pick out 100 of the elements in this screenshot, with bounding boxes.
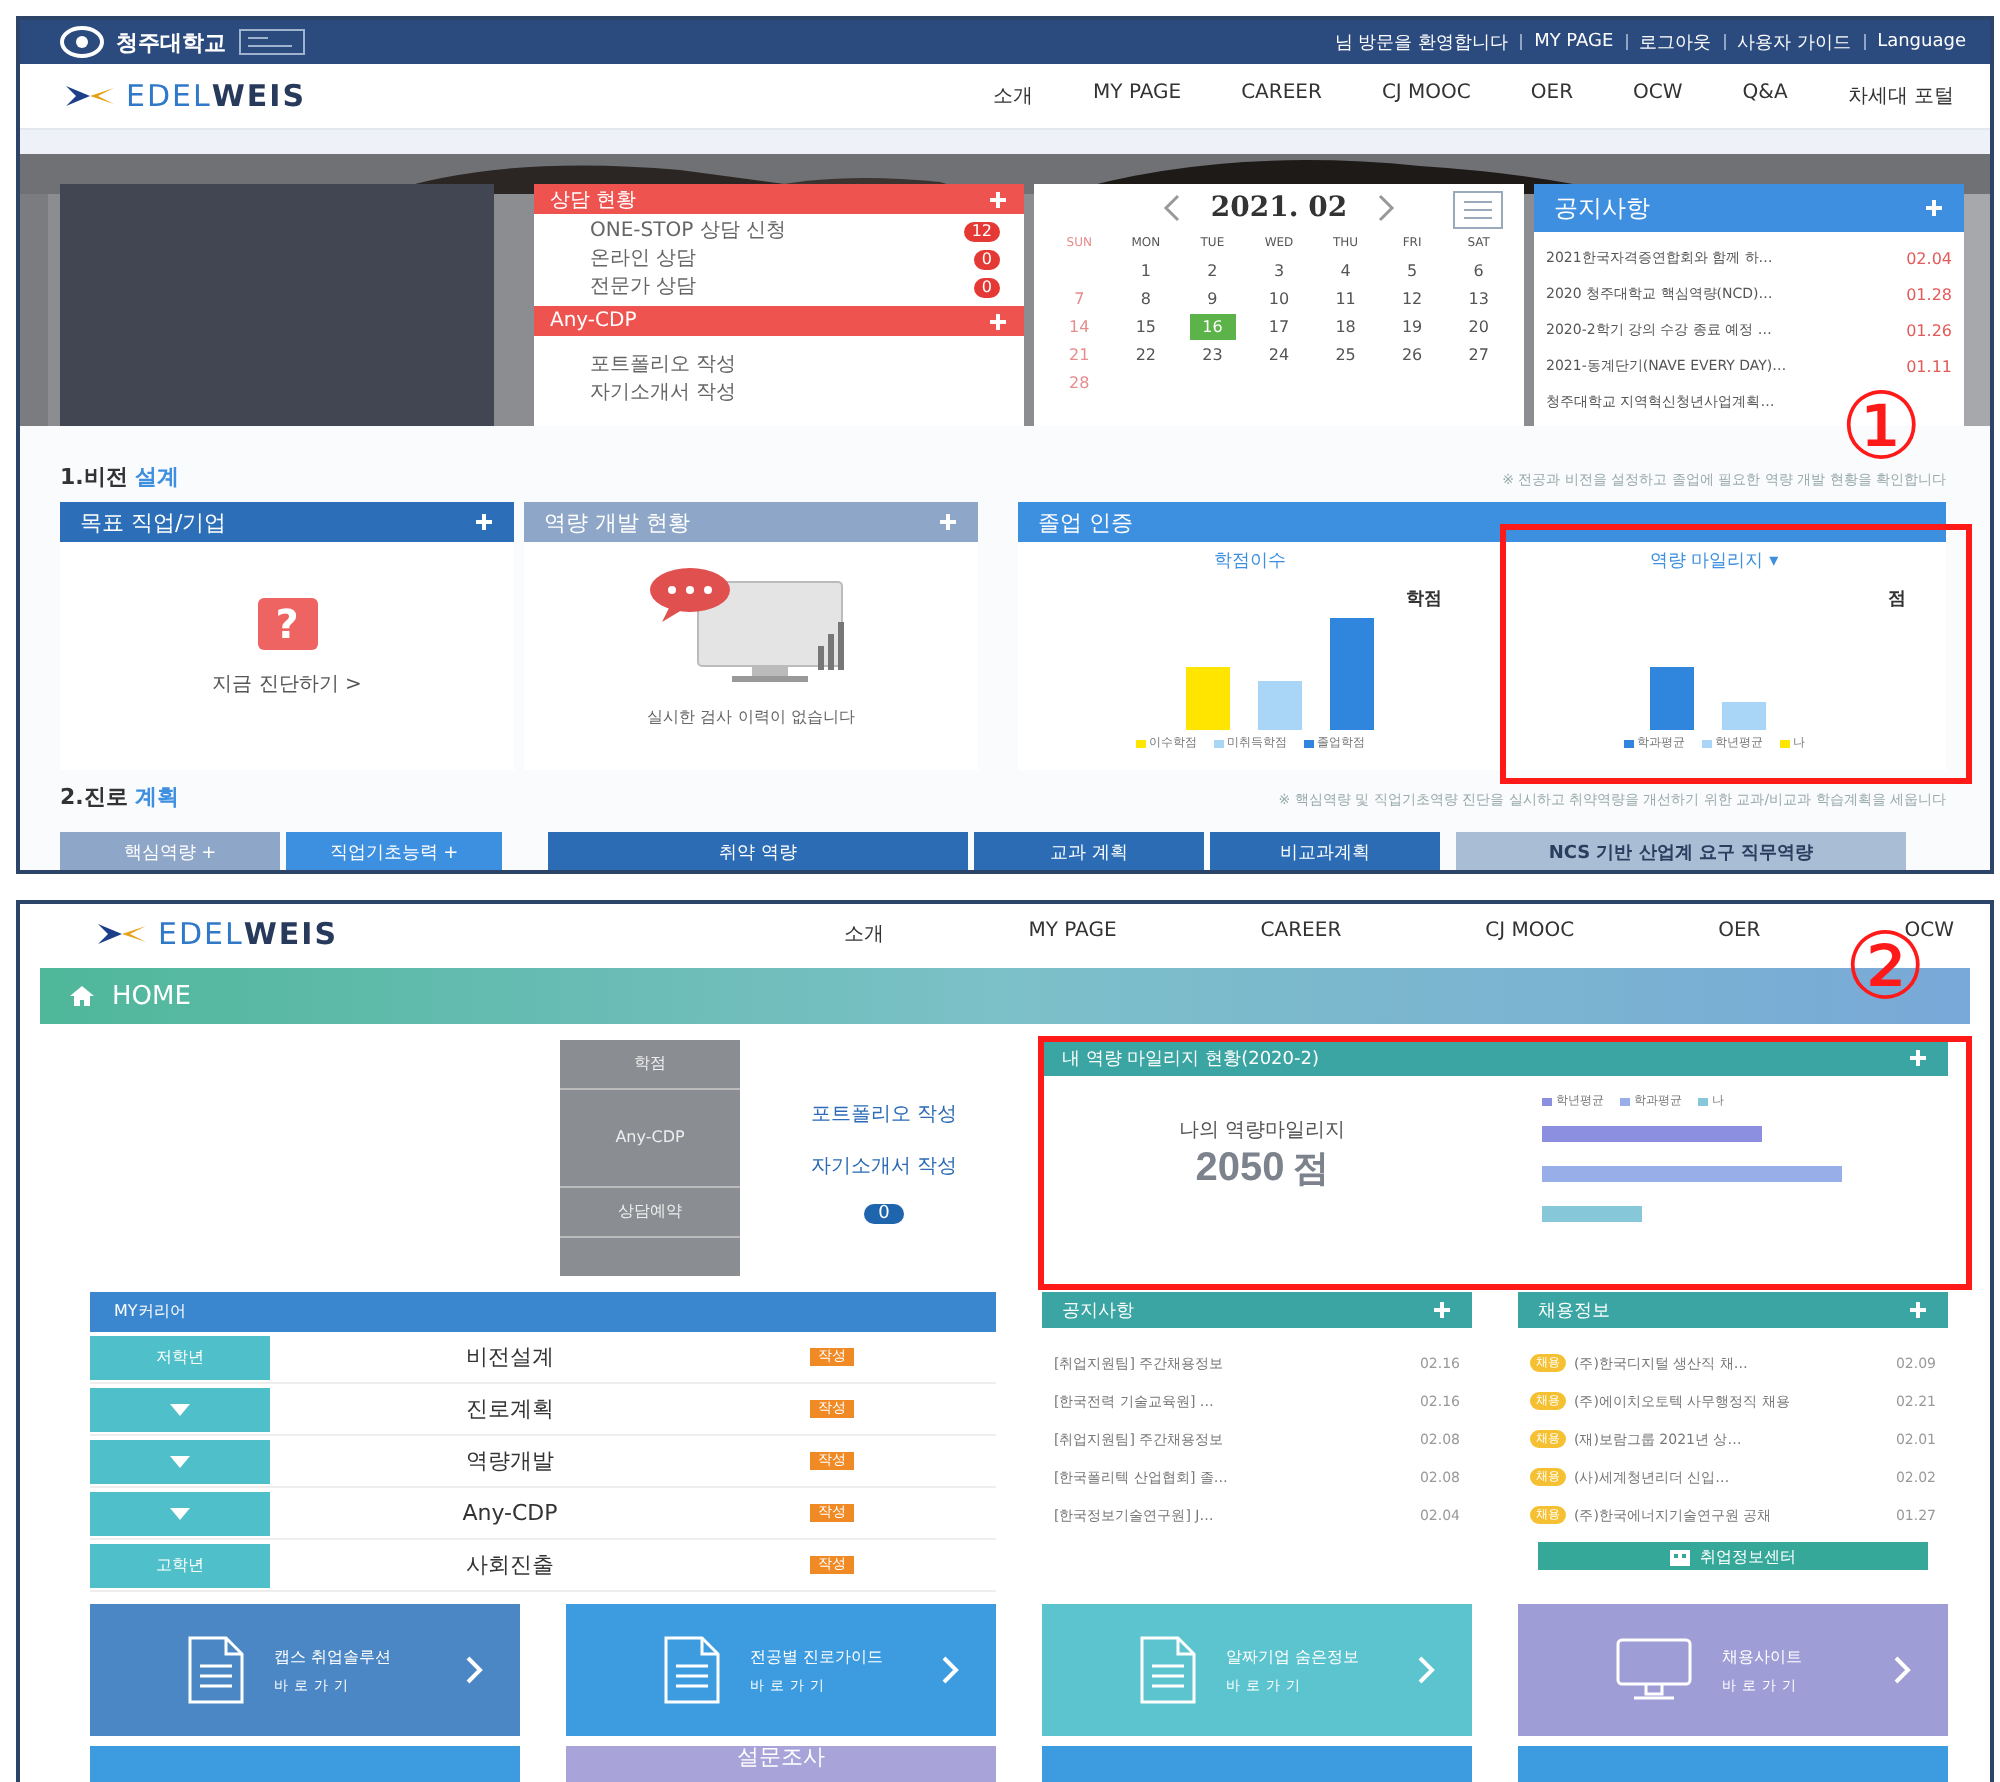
- plus-icon[interactable]: [1908, 1048, 1928, 1068]
- caret-icon: [170, 1507, 190, 1519]
- tab[interactable]: 교과 계획: [974, 832, 1204, 870]
- expand-button[interactable]: [90, 1491, 270, 1535]
- table-cell: 상담예약: [560, 1188, 740, 1238]
- counsel-link[interactable]: 전문가 상담: [590, 274, 697, 302]
- notice-date: 01.28: [1906, 285, 1952, 303]
- calendar-day[interactable]: 5: [1378, 258, 1446, 284]
- career-step[interactable]: 역량개발: [340, 1446, 680, 1476]
- calendar-day[interactable]: 11: [1312, 286, 1379, 312]
- header-title: 졸업 인증: [1038, 507, 1133, 537]
- calendar-day[interactable]: 17: [1245, 314, 1313, 340]
- chevron-left-icon[interactable]: [1162, 194, 1183, 222]
- table-cell: 학점: [560, 1040, 740, 1090]
- top-link[interactable]: 로그아웃: [1639, 29, 1712, 55]
- badge-logo-icon: [238, 28, 306, 56]
- chart-bar: [1650, 667, 1694, 730]
- calendar-day[interactable]: 10: [1245, 286, 1313, 312]
- calendar-day[interactable]: 6: [1445, 258, 1512, 284]
- calendar-day[interactable]: 18: [1312, 314, 1379, 340]
- monitor-icon: [1614, 1636, 1694, 1704]
- header-title: 내 역량 마일리지 현황(2020-2): [1062, 1047, 1319, 1071]
- chevron-right-icon[interactable]: [1375, 194, 1396, 222]
- plus-icon[interactable]: [988, 189, 1008, 209]
- career-step[interactable]: 비전설계: [340, 1342, 680, 1372]
- top-link[interactable]: MY PAGE: [1534, 32, 1614, 52]
- career-step[interactable]: Any-CDP: [340, 1500, 680, 1526]
- chart-title: 학점이수: [1214, 550, 1286, 574]
- top-link[interactable]: 사용자 가이드: [1737, 29, 1852, 55]
- list-icon[interactable]: [1452, 190, 1504, 230]
- top-link[interactable]: Language: [1877, 32, 1966, 52]
- count-badge: 0: [973, 250, 1000, 270]
- section-title: 2.진로 계획: [60, 782, 180, 812]
- site-logo[interactable]: EDELWEIS: [158, 916, 339, 952]
- menu-item[interactable]: 차세대 포털: [1847, 82, 1954, 110]
- tab[interactable]: 비교과계획: [1210, 832, 1440, 870]
- header-title: Any-CDP: [550, 310, 637, 332]
- calendar-day[interactable]: 13: [1445, 286, 1512, 312]
- calendar-day[interactable]: 27: [1445, 342, 1512, 368]
- calendar-day[interactable]: 2: [1179, 258, 1246, 284]
- plus-icon[interactable]: [1908, 1300, 1928, 1320]
- calendar-day[interactable]: 3: [1245, 258, 1313, 284]
- empty-message: 실시한 검사 이력이 없습니다: [647, 706, 855, 728]
- cdp-link[interactable]: 포트폴리오 작성: [590, 352, 1024, 380]
- calendar-day[interactable]: 4: [1312, 258, 1379, 284]
- expand-button[interactable]: [90, 1439, 270, 1483]
- career-step[interactable]: 사회진출: [340, 1550, 680, 1580]
- menu-item[interactable]: OER: [1718, 920, 1761, 948]
- plus-icon[interactable]: [938, 512, 958, 532]
- diagnose-link[interactable]: 지금 진단하기 >: [212, 669, 362, 697]
- notice-date: 01.26: [1906, 321, 1952, 339]
- plus-icon[interactable]: [1924, 198, 1944, 218]
- calendar-day[interactable]: 23: [1179, 342, 1246, 368]
- calendar-day[interactable]: 20: [1445, 314, 1512, 340]
- menu-item[interactable]: CJ MOOC: [1381, 82, 1471, 110]
- menu-item[interactable]: OCW: [1633, 82, 1683, 110]
- header-title: 상담 현황: [550, 187, 637, 213]
- plus-icon[interactable]: [988, 311, 1008, 331]
- menu-item[interactable]: MY PAGE: [1093, 82, 1182, 110]
- top-link[interactable]: 님 방문을 환영합니다: [1334, 29, 1509, 55]
- cdp-link[interactable]: 자기소개서 작성: [590, 380, 1024, 408]
- expand-button[interactable]: [90, 1387, 270, 1431]
- calendar-day[interactable]: 24: [1245, 342, 1313, 368]
- calendar-day[interactable]: 12: [1378, 286, 1446, 312]
- calendar-day[interactable]: 9: [1179, 286, 1246, 312]
- counsel-link[interactable]: ONE-STOP 상담 신청: [590, 218, 786, 246]
- university-name[interactable]: 청주대학교: [116, 27, 226, 57]
- career-step[interactable]: 진로계획: [340, 1394, 680, 1424]
- menu-item[interactable]: 소개: [844, 920, 885, 948]
- notice-date: 02.04: [1906, 249, 1952, 267]
- calendar-day[interactable]: 22: [1112, 342, 1180, 368]
- status-link[interactable]: 포트폴리오 작성: [810, 1100, 958, 1128]
- menu-item[interactable]: MY PAGE: [1028, 920, 1117, 948]
- calendar-day[interactable]: 26: [1378, 342, 1446, 368]
- building-icon: [1670, 1547, 1690, 1565]
- table-cell: Any-CDP: [560, 1090, 740, 1188]
- header-title: 채용정보: [1538, 1299, 1610, 1323]
- menu-item[interactable]: CJ MOOC: [1485, 920, 1575, 948]
- tab[interactable]: 취약 역량: [548, 832, 968, 870]
- counsel-link[interactable]: 온라인 상담: [590, 246, 697, 274]
- calendar-day[interactable]: 25: [1312, 342, 1379, 368]
- annotation-number: ①: [1840, 384, 1923, 468]
- calendar-day[interactable]: 8: [1112, 286, 1180, 312]
- status-link[interactable]: 자기소개서 작성: [810, 1152, 958, 1180]
- plus-icon[interactable]: [1432, 1300, 1452, 1320]
- menu-item[interactable]: Q&A: [1742, 82, 1788, 110]
- calendar-day[interactable]: 15: [1112, 314, 1180, 340]
- site-logo[interactable]: EDELWEIS: [126, 78, 307, 114]
- calendar-day[interactable]: 19: [1378, 314, 1446, 340]
- document-icon: [662, 1634, 722, 1706]
- university-emblem-icon: [60, 26, 104, 58]
- menu-item[interactable]: CAREER: [1260, 920, 1342, 948]
- menu-item[interactable]: OER: [1530, 82, 1574, 110]
- menu-item[interactable]: 소개: [993, 82, 1034, 110]
- plus-icon[interactable]: [474, 512, 494, 532]
- menu-item[interactable]: CAREER: [1241, 82, 1322, 110]
- calendar-day[interactable]: 1: [1112, 258, 1180, 284]
- tab[interactable]: NCS 기반 산업계 요구 직무역량: [1456, 832, 1906, 870]
- panel-header: MY커리어: [90, 1292, 996, 1332]
- notice-date: 01.11: [1906, 357, 1952, 375]
